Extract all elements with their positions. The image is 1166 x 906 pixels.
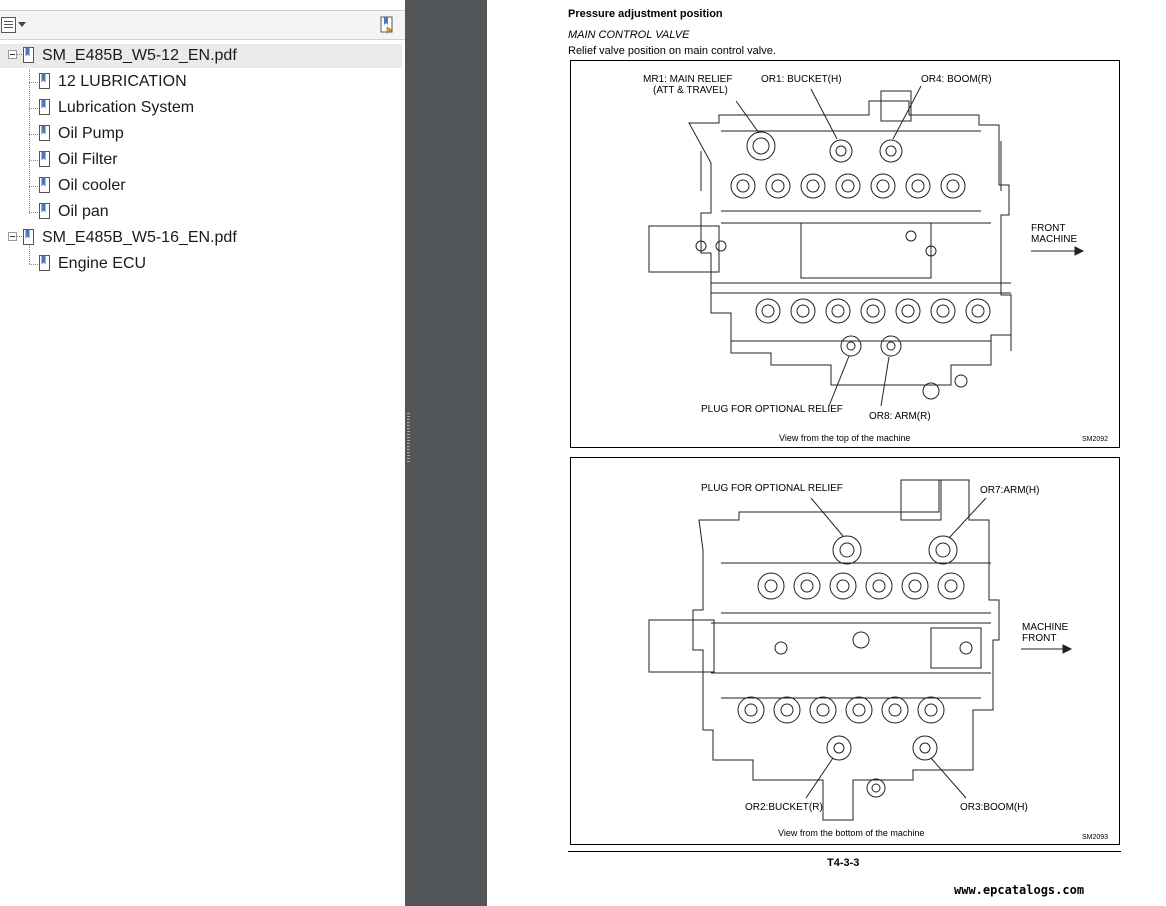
- expand-bookmark-icon: [380, 16, 393, 34]
- bookmark-icon: [39, 73, 50, 89]
- page-number: T4-3-3: [827, 857, 860, 869]
- bookmark-icon: [39, 255, 50, 271]
- watermark: www.epcatalogs.com: [954, 883, 1085, 897]
- bookmark-icon: [39, 151, 50, 167]
- page-footer-rule: [568, 851, 1121, 852]
- collapse-toggle-icon[interactable]: [8, 232, 17, 241]
- bookmark-icon: [39, 203, 50, 219]
- bookmark-item-oil-pump[interactable]: Oil Pump: [0, 122, 402, 146]
- bookmark-label: Engine ECU: [58, 255, 147, 272]
- page-heading: Pressure adjustment position: [568, 8, 723, 20]
- collapse-toggle-icon[interactable]: [8, 50, 17, 59]
- figure-caption: View from the bottom of the machine: [778, 828, 925, 838]
- callout-or8: OR8: ARM(R): [869, 411, 931, 422]
- bookmark-item-sm-e485b-w5-16[interactable]: SM_E485B_W5-16_EN.pdf: [0, 226, 402, 250]
- direction-label-line1: MACHINE: [1022, 622, 1069, 633]
- bookmark-item-oil-filter[interactable]: Oil Filter: [0, 148, 402, 172]
- direction-label-line1: FRONT: [1031, 223, 1066, 234]
- valve-diagram-top-view: MR1: MAIN RELIEF (ATT & TRAVEL) OR1: BUC…: [570, 60, 1120, 448]
- page-subheading: MAIN CONTROL VALVE: [568, 29, 690, 41]
- bookmark-label: 12 LUBRICATION: [58, 73, 187, 90]
- bookmarks-panel: SM_E485B_W5-12_EN.pdf 12 LUBRICATION Lub…: [0, 0, 406, 906]
- arrow-right-icon: [1074, 246, 1085, 256]
- callout-or3: OR3:BOOM(H): [960, 802, 1028, 813]
- page-description: Relief valve position on main control va…: [568, 45, 776, 57]
- bookmark-item-oil-cooler[interactable]: Oil cooler: [0, 174, 402, 198]
- valve-drawing-bottom: [648, 479, 1073, 821]
- bookmark-icon: [39, 177, 50, 193]
- options-menu-button[interactable]: [1, 16, 26, 34]
- callout-or4: OR4: BOOM(R): [921, 74, 992, 85]
- callout-or1: OR1: BUCKET(H): [761, 74, 842, 85]
- bookmark-label: SM_E485B_W5-12_EN.pdf: [42, 47, 237, 64]
- figure-caption: View from the top of the machine: [779, 433, 911, 443]
- bookmark-label: Oil Filter: [58, 151, 118, 168]
- callout-or7: OR7:ARM(H): [980, 485, 1040, 496]
- bookmark-icon: [39, 125, 50, 141]
- document-page: Pressure adjustment position MAIN CONTRO…: [487, 0, 1166, 906]
- callout-mr1: MR1: MAIN RELIEF: [643, 74, 733, 85]
- bookmark-item-sm-e485b-w5-12[interactable]: SM_E485B_W5-12_EN.pdf: [0, 44, 402, 68]
- bookmark-label: Oil pan: [58, 203, 109, 220]
- bookmarks-toolbar: [0, 10, 405, 40]
- options-menu-icon: [1, 17, 16, 33]
- figure-code: SM2093: [1082, 834, 1109, 841]
- expand-current-bookmark-button[interactable]: [377, 15, 397, 35]
- bookmark-icon: [39, 99, 50, 115]
- bookmark-label: Oil Pump: [58, 125, 124, 142]
- bookmark-item-oil-pan[interactable]: Oil pan: [0, 200, 402, 224]
- direction-label-line2: MACHINE: [1031, 234, 1078, 245]
- chevron-down-icon: [18, 22, 26, 27]
- bookmark-label: Oil cooler: [58, 177, 126, 194]
- valve-diagram-bottom-view: PLUG FOR OPTIONAL RELIEF OR7:ARM(H) MACH…: [570, 457, 1120, 845]
- panel-splitter[interactable]: [405, 0, 487, 906]
- arrow-right-icon: [1062, 644, 1073, 654]
- direction-label-line2: FRONT: [1022, 633, 1057, 644]
- valve-drawing-top: [648, 85, 1085, 407]
- figure-code: SM2092: [1082, 436, 1109, 443]
- callout-mr1-sub: (ATT & TRAVEL): [653, 85, 728, 96]
- callout-or2: OR2:BUCKET(R): [745, 802, 823, 813]
- splitter-grip[interactable]: [407, 413, 410, 463]
- bookmark-item-engine-ecu[interactable]: Engine ECU: [0, 252, 402, 276]
- callout-plug-optional-relief: PLUG FOR OPTIONAL RELIEF: [701, 483, 843, 494]
- bookmark-label: SM_E485B_W5-16_EN.pdf: [42, 229, 237, 246]
- callout-plug-optional-relief: PLUG FOR OPTIONAL RELIEF: [701, 404, 843, 415]
- bookmark-item-lubrication-system[interactable]: Lubrication System: [0, 96, 402, 120]
- bookmark-item-12-lubrication[interactable]: 12 LUBRICATION: [0, 70, 402, 94]
- bookmark-icon: [23, 229, 34, 245]
- bookmark-label: Lubrication System: [58, 99, 195, 116]
- bookmark-icon: [23, 47, 34, 63]
